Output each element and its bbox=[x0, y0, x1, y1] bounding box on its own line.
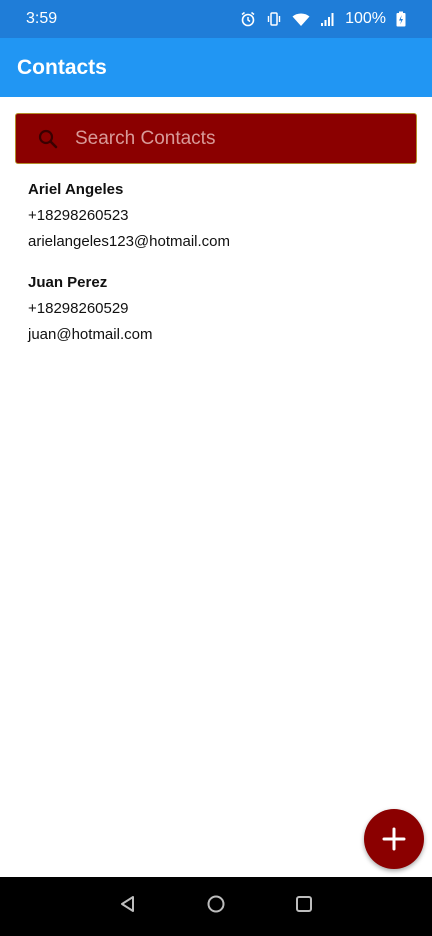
contact-item[interactable]: Juan Perez +18298260529 juan@hotmail.com bbox=[28, 270, 408, 348]
contact-phone: +18298260529 bbox=[28, 300, 129, 317]
contact-email: juan@hotmail.com bbox=[28, 326, 153, 343]
contact-name: Ariel Angeles bbox=[28, 181, 124, 198]
home-icon[interactable] bbox=[206, 894, 226, 919]
page-title: Contacts bbox=[17, 55, 107, 79]
search-input[interactable] bbox=[72, 114, 416, 163]
contact-email: arielangeles123@hotmail.com bbox=[28, 233, 231, 250]
search-icon bbox=[16, 114, 72, 163]
recents-icon[interactable] bbox=[294, 894, 314, 919]
contact-phone: +18298260523 bbox=[28, 207, 129, 224]
status-time: 3:59 bbox=[26, 10, 58, 27]
navigation-bar bbox=[0, 877, 432, 936]
signal-icon bbox=[320, 12, 335, 27]
vibrate-icon bbox=[266, 11, 282, 27]
back-icon[interactable] bbox=[118, 894, 138, 919]
plus-icon bbox=[382, 818, 406, 860]
contact-item[interactable]: Ariel Angeles +18298260523 arielangeles1… bbox=[28, 177, 408, 255]
battery-text: 100% bbox=[345, 10, 386, 27]
alarm-icon bbox=[240, 11, 256, 27]
status-bar: 3:59 100% bbox=[0, 0, 432, 38]
search-bar[interactable] bbox=[15, 113, 417, 164]
wifi-icon bbox=[292, 12, 310, 27]
add-contact-button[interactable] bbox=[364, 809, 424, 869]
app-bar: Contacts bbox=[0, 38, 432, 97]
battery-charging-icon bbox=[396, 11, 406, 27]
contact-name: Juan Perez bbox=[28, 274, 108, 291]
status-icons: 100% bbox=[240, 10, 406, 28]
